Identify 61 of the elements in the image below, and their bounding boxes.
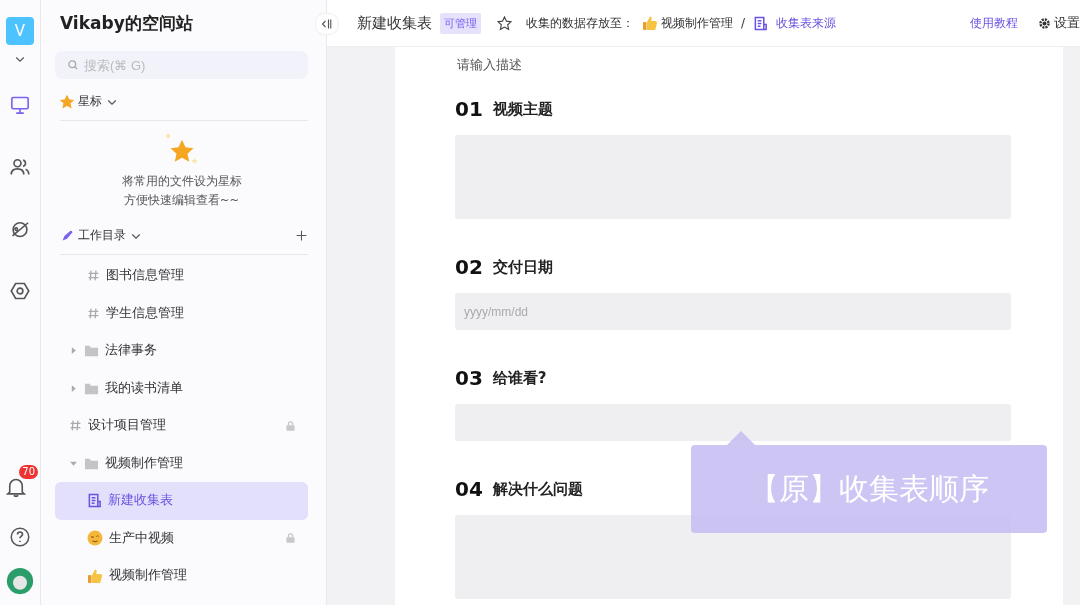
plus-icon (295, 229, 308, 242)
tutorial-link[interactable]: 使用教程 (970, 14, 1018, 32)
hexagon-icon (10, 281, 30, 301)
question-number: 02 (455, 255, 483, 279)
lock-icon (285, 532, 296, 545)
question-number: 03 (455, 366, 483, 390)
avatar-icon (6, 566, 34, 596)
folder-name: 视频制作管理 (661, 14, 733, 32)
question-number: 04 (455, 477, 483, 501)
empty-hint: 将常用的文件设为星标 (121, 173, 242, 190)
tree-item[interactable]: 图书信息管理 (55, 257, 308, 295)
planet-icon (10, 219, 30, 239)
search-field[interactable]: 搜索(⌘ G) (55, 51, 308, 79)
hash-icon (87, 269, 100, 283)
settings-button[interactable]: 设置 (1038, 14, 1080, 32)
space-title: Vikaby的空间站 (60, 12, 194, 35)
tree-item[interactable]: 法律事务 (55, 332, 308, 370)
section-title[interactable]: 星标 (78, 93, 102, 110)
tree-item[interactable]: 我的读书清单 (55, 369, 308, 407)
question-title: 解决什么问题 (492, 479, 583, 499)
date-field[interactable]: yyyy/mm/dd (455, 293, 1011, 330)
help-icon (10, 527, 30, 547)
smiley-icon (87, 530, 103, 547)
question-title: 给谁看? (492, 368, 547, 388)
form-title: 新建收集表 (357, 13, 432, 33)
tree-item[interactable]: 视频制作管理 (55, 444, 308, 482)
search-icon (67, 59, 79, 71)
tree-item[interactable]: 学生信息管理 (55, 294, 308, 332)
empty-hint: 方便快速编辑查看~~ (123, 192, 240, 209)
monitor-icon (10, 95, 30, 115)
tree-item[interactable]: 新建收集表 (55, 482, 308, 520)
tree-item[interactable]: 设计项目管理 (55, 407, 308, 445)
permission-tag: 可管理 (440, 12, 481, 34)
collapse-icon (321, 18, 333, 30)
bell-icon (6, 477, 26, 497)
notification-button[interactable]: 70 (2, 465, 38, 501)
thumbs-up-icon (87, 567, 103, 584)
notification-badge: 70 (19, 465, 38, 479)
tree-item[interactable]: 视频制作管理 (55, 557, 308, 595)
question-title: 交付日期 (492, 257, 553, 277)
hash-icon (87, 306, 100, 320)
settings-icon (1038, 16, 1051, 30)
storage-label: 收集的数据存放至： (526, 14, 634, 32)
star-icon (60, 94, 74, 109)
collapse-sidebar-button[interactable] (315, 13, 339, 35)
folder-icon (84, 343, 99, 359)
users-icon (10, 157, 30, 177)
datasheet-link[interactable]: 收集表来源 (776, 14, 837, 32)
lock-icon (285, 419, 296, 432)
form-icon (87, 493, 102, 509)
section-title[interactable]: 工作目录 (78, 227, 126, 244)
path-separator: / (741, 16, 746, 30)
question-number: 01 (455, 97, 483, 121)
hash-icon (69, 419, 82, 433)
tree-item[interactable]: 生产中视频 (55, 519, 308, 557)
form-icon (753, 15, 769, 31)
thumbs-up-icon (642, 15, 658, 31)
caption-tooltip: 【原】收集表顺序 (691, 445, 1047, 533)
star-icon (497, 15, 512, 31)
user-avatar[interactable] (6, 567, 34, 595)
question-title: 视频主题 (492, 99, 553, 119)
